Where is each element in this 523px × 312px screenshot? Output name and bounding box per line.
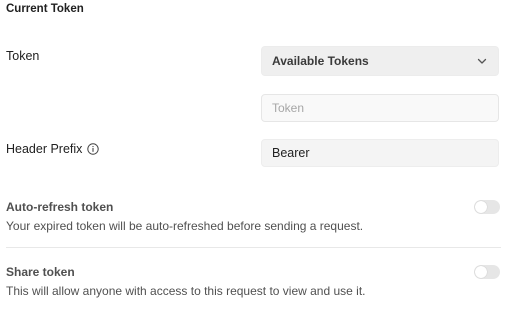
divider xyxy=(6,247,501,248)
auto-refresh-description: Your expired token will be auto-refreshe… xyxy=(6,219,364,233)
header-prefix-label: Header Prefix xyxy=(6,142,100,156)
dropdown-value: Available Tokens xyxy=(272,54,369,68)
header-prefix-label-text: Header Prefix xyxy=(6,142,83,156)
auto-refresh-toggle[interactable] xyxy=(474,200,500,214)
info-icon[interactable] xyxy=(87,143,100,155)
chevron-down-icon xyxy=(477,58,487,64)
toggle-knob xyxy=(475,201,487,213)
header-prefix-field[interactable] xyxy=(261,139,499,167)
toggle-knob xyxy=(475,266,487,278)
available-tokens-dropdown[interactable]: Available Tokens xyxy=(261,46,499,76)
share-token-title: Share token xyxy=(6,265,75,279)
token-field[interactable] xyxy=(261,94,499,122)
auto-refresh-title: Auto-refresh token xyxy=(6,200,114,214)
header-prefix-input[interactable] xyxy=(272,146,488,160)
section-title: Current Token xyxy=(6,3,84,15)
token-input[interactable] xyxy=(272,101,488,115)
share-token-toggle[interactable] xyxy=(474,265,500,279)
token-label: Token xyxy=(6,49,40,63)
share-token-description: This will allow anyone with access to th… xyxy=(6,284,366,298)
